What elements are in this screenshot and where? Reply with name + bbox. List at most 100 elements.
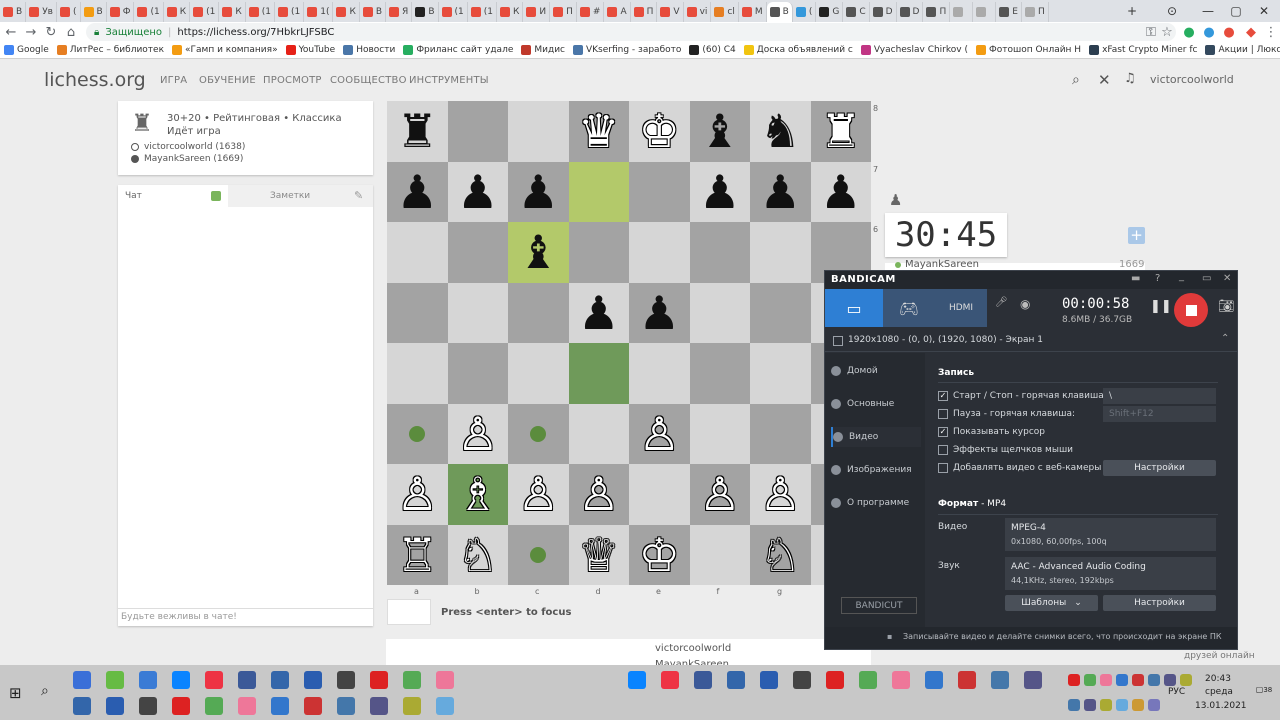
browser-tab[interactable]: К bbox=[164, 2, 191, 22]
browser-tab[interactable]: G bbox=[816, 2, 844, 22]
square-a5[interactable] bbox=[387, 282, 448, 343]
hdmi-mode-tab[interactable]: HDMI bbox=[935, 289, 987, 327]
challenge-icon[interactable]: ✕ bbox=[1098, 71, 1111, 89]
browser-tab[interactable]: (1 bbox=[190, 2, 220, 22]
piece-f2[interactable]: ♙ bbox=[690, 464, 751, 525]
friends-online[interactable]: друзей онлайн bbox=[1184, 651, 1255, 661]
player-name[interactable]: victorcoolworld bbox=[655, 643, 731, 654]
bookmark-item[interactable]: YouTube bbox=[285, 45, 335, 55]
nav-tools[interactable]: ИНСТРУМЕНТЫ bbox=[409, 75, 489, 86]
close-icon[interactable]: ✕ bbox=[1223, 273, 1231, 284]
bell-icon[interactable]: ♫ bbox=[1124, 71, 1136, 86]
bookmark-item[interactable]: ЛитРес – библиотек bbox=[56, 45, 164, 55]
piece-f7[interactable]: ♟ bbox=[690, 162, 751, 223]
chat-toggle-icon[interactable] bbox=[211, 191, 221, 201]
bookmark-item[interactable]: Акции | Люкс Вода bbox=[1205, 45, 1280, 55]
bookmark-item[interactable]: Новости bbox=[343, 45, 395, 55]
menu-general[interactable]: Основные bbox=[831, 394, 921, 414]
tray-icon[interactable] bbox=[1164, 674, 1176, 686]
language-indicator[interactable]: РУС bbox=[1168, 687, 1185, 697]
square-d7[interactable] bbox=[568, 161, 629, 222]
bookmark-item[interactable]: Vyacheslav Chirkov ( bbox=[860, 45, 968, 55]
taskbar-app-icon[interactable] bbox=[370, 671, 388, 689]
audio-format-box[interactable]: AAC - Advanced Audio Coding 44,1KHz, ste… bbox=[1005, 557, 1216, 590]
browser-tab[interactable]: Ув bbox=[26, 2, 57, 22]
taskbar-app-icon[interactable] bbox=[238, 671, 256, 689]
new-tab-button[interactable]: + bbox=[1114, 0, 1150, 22]
tray-icon[interactable] bbox=[1100, 699, 1112, 711]
nav-learn[interactable]: ОБУЧЕНИЕ bbox=[199, 75, 256, 86]
browser-tab[interactable]: К bbox=[497, 2, 524, 22]
url-input[interactable]: 🔒︎ Защищено | https://lichess.org/7HbkrL… bbox=[86, 23, 1176, 41]
stop-button[interactable] bbox=[1174, 293, 1208, 327]
browser-tab[interactable]: В bbox=[412, 2, 439, 22]
browser-tab[interactable]: П bbox=[1022, 2, 1049, 22]
browser-tab[interactable]: В bbox=[360, 2, 387, 22]
square-e6[interactable] bbox=[629, 222, 690, 283]
restore-icon[interactable]: ▭ bbox=[1202, 273, 1211, 284]
star-icon[interactable]: ☆ bbox=[1158, 23, 1176, 41]
extension-icon[interactable]: ◆ bbox=[1242, 23, 1260, 41]
game-mode-tab[interactable]: 🎮︎ bbox=[883, 289, 935, 327]
taskbar-app-icon[interactable] bbox=[370, 697, 388, 715]
taskbar-app-icon[interactable] bbox=[694, 671, 712, 689]
taskbar-app-icon[interactable] bbox=[73, 697, 91, 715]
taskbar-app-icon[interactable] bbox=[205, 697, 223, 715]
browser-tab[interactable]: (1 bbox=[246, 2, 275, 22]
browser-tab[interactable]: Ф bbox=[107, 2, 135, 22]
taskbar-app-icon[interactable] bbox=[172, 671, 190, 689]
square-b8[interactable] bbox=[447, 101, 508, 162]
piece-d2[interactable]: ♙ bbox=[569, 464, 630, 525]
taskbar-app-icon[interactable] bbox=[139, 697, 157, 715]
back-icon[interactable]: ← bbox=[2, 23, 20, 41]
piece-a8[interactable]: ♜ bbox=[387, 101, 448, 162]
square-b5[interactable] bbox=[447, 282, 508, 343]
tray-icon[interactable] bbox=[1148, 699, 1160, 711]
menu-icon[interactable]: ⋮ bbox=[1262, 23, 1280, 41]
video-format-box[interactable]: MPEG-4 0x1080, 60,00fps, 100q bbox=[1005, 518, 1216, 551]
piece-b7[interactable]: ♟ bbox=[448, 162, 509, 223]
black-player[interactable]: MayankSareen (1669) bbox=[144, 154, 243, 164]
taskbar-app-icon[interactable] bbox=[991, 671, 1009, 689]
bookmark-item[interactable]: Фотошоп Онлайн Н bbox=[975, 45, 1081, 55]
square-g3[interactable] bbox=[750, 403, 811, 464]
browser-tab[interactable]: К bbox=[219, 2, 246, 22]
browser-tab[interactable]: И bbox=[523, 2, 551, 22]
taskbar-app-icon[interactable] bbox=[304, 697, 322, 715]
start-stop-hotkey[interactable]: \ bbox=[1103, 388, 1216, 404]
taskbar-app-icon[interactable] bbox=[925, 671, 943, 689]
add-time-button[interactable]: + bbox=[1128, 227, 1145, 244]
mic-icon[interactable]: 🎤︎ bbox=[995, 297, 1008, 308]
browser-tab[interactable]: (1 bbox=[134, 2, 164, 22]
browser-tab[interactable]: (1 bbox=[468, 2, 497, 22]
home-icon[interactable]: ⌂ bbox=[62, 23, 80, 41]
tray-icon[interactable] bbox=[1116, 699, 1128, 711]
piece-g7[interactable]: ♟ bbox=[750, 162, 811, 223]
folder-icon[interactable]: ▬ bbox=[1131, 273, 1140, 284]
menu-about[interactable]: О программе bbox=[831, 493, 921, 513]
taskbar-app-icon[interactable] bbox=[337, 697, 355, 715]
taskbar-app-icon[interactable] bbox=[826, 671, 844, 689]
menu-video[interactable]: Видео bbox=[831, 427, 921, 447]
close-window-button[interactable]: ✕ bbox=[1246, 0, 1280, 22]
clicks-checkbox[interactable] bbox=[938, 445, 948, 455]
square-a6[interactable] bbox=[387, 222, 448, 283]
browser-tab[interactable]: # bbox=[577, 2, 605, 22]
profile-icon[interactable]: ⊙ bbox=[1154, 0, 1190, 22]
browser-tab[interactable]: К bbox=[333, 2, 360, 22]
pause-checkbox[interactable] bbox=[938, 409, 948, 419]
notifications-icon[interactable]: ▢38 bbox=[1255, 685, 1273, 703]
white-player[interactable]: victorcoolworld (1638) bbox=[144, 142, 245, 152]
browser-tab[interactable]: D bbox=[870, 2, 897, 22]
menu-images[interactable]: Изображения bbox=[831, 460, 921, 480]
piece-h8[interactable]: ♜ bbox=[811, 101, 872, 162]
move-input[interactable] bbox=[387, 599, 431, 625]
taskbar-app-icon[interactable] bbox=[106, 671, 124, 689]
webcam-settings-button[interactable]: Настройки bbox=[1103, 460, 1216, 476]
taskbar-app-icon[interactable] bbox=[760, 671, 778, 689]
piece-c7[interactable]: ♟ bbox=[508, 162, 569, 223]
taskbar-app-icon[interactable] bbox=[73, 671, 91, 689]
bookmark-item[interactable]: (60) C4 bbox=[689, 45, 736, 55]
browser-tab[interactable]: (1 bbox=[439, 2, 468, 22]
search-icon[interactable]: ⌕ bbox=[41, 683, 49, 699]
